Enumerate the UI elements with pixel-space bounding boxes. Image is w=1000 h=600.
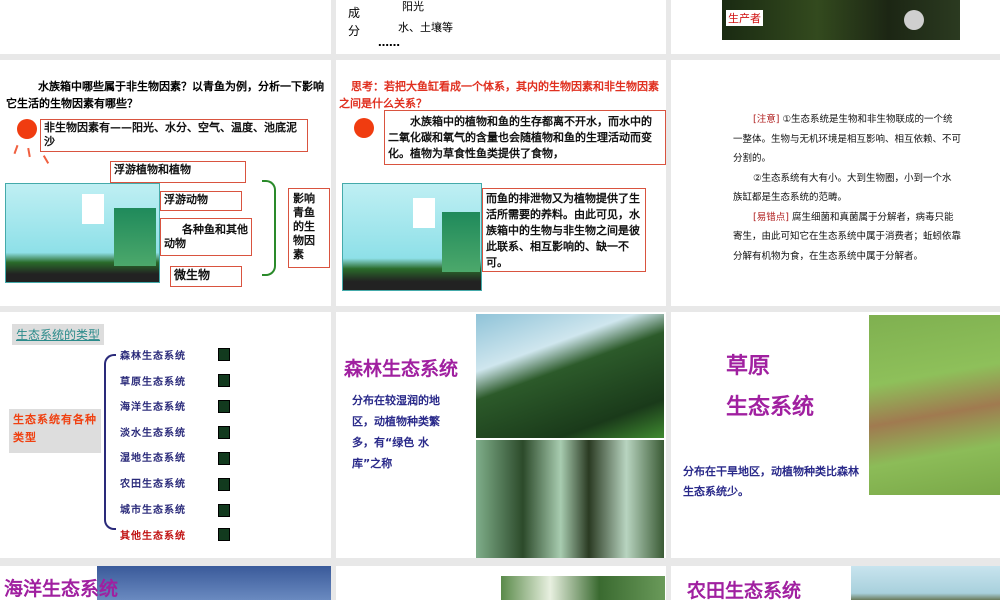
home-icon[interactable] bbox=[218, 528, 230, 541]
home-icon[interactable] bbox=[218, 478, 230, 491]
forest-photo-bottom bbox=[476, 440, 664, 558]
affect-box: 影响青鱼的生物因素 bbox=[288, 188, 330, 268]
plankton-plants-box: 浮游植物和植物 bbox=[110, 161, 246, 183]
type-ocean[interactable]: 海洋生态系统 bbox=[120, 398, 186, 413]
ellipsis-text: …… bbox=[378, 36, 400, 49]
aquarium-image bbox=[342, 183, 482, 291]
slide-title: 森林生态系统 bbox=[344, 358, 459, 380]
slide-title-1: 草原 bbox=[726, 354, 771, 379]
farmland-photo bbox=[851, 566, 1000, 600]
type-freshwater[interactable]: 淡水生态系统 bbox=[120, 424, 186, 439]
type-forest[interactable]: 森林生态系统 bbox=[120, 347, 186, 362]
slide-title: 海洋生态系统 bbox=[4, 578, 119, 600]
slide-6[interactable]: [注意] ①生态系统是生物和非生物联成的一个统一整体。生物与无机环境是相互影响、… bbox=[671, 60, 1000, 306]
microbe-dish-icon bbox=[904, 10, 924, 30]
abiotic-box: 非生物因素有——阳光、水分、空气、温度、池底泥沙 bbox=[40, 119, 308, 152]
error-tag: [易错点] bbox=[753, 211, 789, 223]
slide-9[interactable]: 草原 生态系统 分布在干旱地区，动植物种类比森林生态系统少。 bbox=[671, 312, 1000, 558]
type-wetland[interactable]: 湿地生态系统 bbox=[120, 449, 186, 464]
forest-photo-top bbox=[476, 314, 664, 438]
type-grassland[interactable]: 草原生态系统 bbox=[120, 373, 186, 388]
slide-1[interactable] bbox=[0, 0, 331, 54]
root-label: 生态系统有各种类型 bbox=[9, 409, 101, 453]
slide-desc: 分布在较湿润的地区，动植物种类繁多，有“绿色 水库”之称 bbox=[352, 394, 440, 470]
slide-7[interactable]: 生态系统的类型 生态系统有各种类型 森林生态系统 草原生态系统 海洋生态系统 淡… bbox=[0, 312, 331, 558]
answer-box-1: 水族箱中的植物和鱼的生存都离不开水，而水中的二氧化碳和氧气的含量也会随植物和鱼的… bbox=[384, 110, 666, 165]
home-icon[interactable] bbox=[218, 348, 230, 361]
slide-11[interactable] bbox=[336, 566, 666, 600]
note-2: ②生态系统有大有小。大到生物圈，小到一个水族缸都是生态系统的范畴。 bbox=[733, 172, 952, 204]
slide-8[interactable]: 森林生态系统 分布在较湿润的地区，动植物种类繁多，有“绿色 水库”之称 bbox=[336, 312, 666, 558]
home-icon[interactable] bbox=[218, 400, 230, 413]
brace-icon bbox=[104, 354, 116, 530]
sunlight-text: 阳光 bbox=[402, 0, 424, 13]
slide-12[interactable]: 农田生态系统 bbox=[671, 566, 1000, 600]
slide-title: 农田生态系统 bbox=[687, 580, 802, 600]
microbes-box: 微生物 bbox=[170, 266, 242, 287]
plankton-animals-box: 浮游动物 bbox=[160, 191, 242, 211]
fish-box: 各种鱼和其他动物 bbox=[160, 218, 252, 256]
ocean-photo bbox=[97, 566, 331, 600]
home-icon[interactable] bbox=[218, 504, 230, 517]
slide-desc: 分布在干旱地区，动植物种类比森林生态系统少。 bbox=[683, 465, 859, 498]
home-icon[interactable] bbox=[218, 426, 230, 439]
question-text: 思考：若把大鱼缸看成一个体系，其内的生物因素和非生物因素之间是什么关系？ bbox=[339, 80, 659, 110]
water-soil-text: 水、土壤等 bbox=[398, 21, 453, 34]
label-fen: 分 bbox=[348, 24, 361, 38]
slide-4[interactable]: 水族箱中哪些属于非生物因素？以青鱼为例，分析一下影响它生活的生物因素有哪些？ 非… bbox=[0, 60, 331, 306]
grassland-photo bbox=[869, 315, 1000, 495]
slide-5[interactable]: 思考：若把大鱼缸看成一个体系，其内的生物因素和非生物因素之间是什么关系？ 水族箱… bbox=[336, 60, 666, 306]
sun-icon bbox=[17, 119, 37, 139]
label-cheng: 成 bbox=[348, 6, 361, 20]
types-title: 生态系统的类型 bbox=[12, 324, 105, 345]
aquarium-image bbox=[5, 183, 160, 283]
type-urban[interactable]: 城市生态系统 bbox=[120, 501, 186, 516]
question-text: 水族箱中哪些属于非生物因素？以青鱼为例，分析一下影响它生活的生物因素有哪些？ bbox=[6, 80, 324, 110]
answer-box-2: 而鱼的排泄物又为植物提供了生活所需要的养料。由此可见，水族箱中的生物与非生物之间… bbox=[482, 188, 646, 272]
type-other[interactable]: 其他生态系统 bbox=[120, 527, 186, 542]
home-icon[interactable] bbox=[218, 452, 230, 465]
tree-photo bbox=[501, 576, 665, 600]
producer-label: 生产者 bbox=[726, 10, 763, 26]
note-tag: [注意] bbox=[753, 114, 780, 125]
slide-3[interactable]: 生产者 bbox=[671, 0, 1000, 54]
slide-10[interactable]: 海洋生态系统 bbox=[0, 566, 331, 600]
sun-icon bbox=[354, 118, 374, 138]
brace-icon bbox=[262, 180, 276, 276]
slide-title-2: 生态系统 bbox=[726, 395, 815, 420]
type-farmland[interactable]: 农田生态系统 bbox=[120, 475, 186, 490]
home-icon[interactable] bbox=[218, 374, 230, 387]
slide-2[interactable]: 成 分 阳光 水、土壤等 …… bbox=[336, 0, 666, 54]
notes-text: [注意] ①生态系统是生物和非生物联成的一个统一整体。生物与无机环境是相互影响、… bbox=[733, 110, 961, 266]
